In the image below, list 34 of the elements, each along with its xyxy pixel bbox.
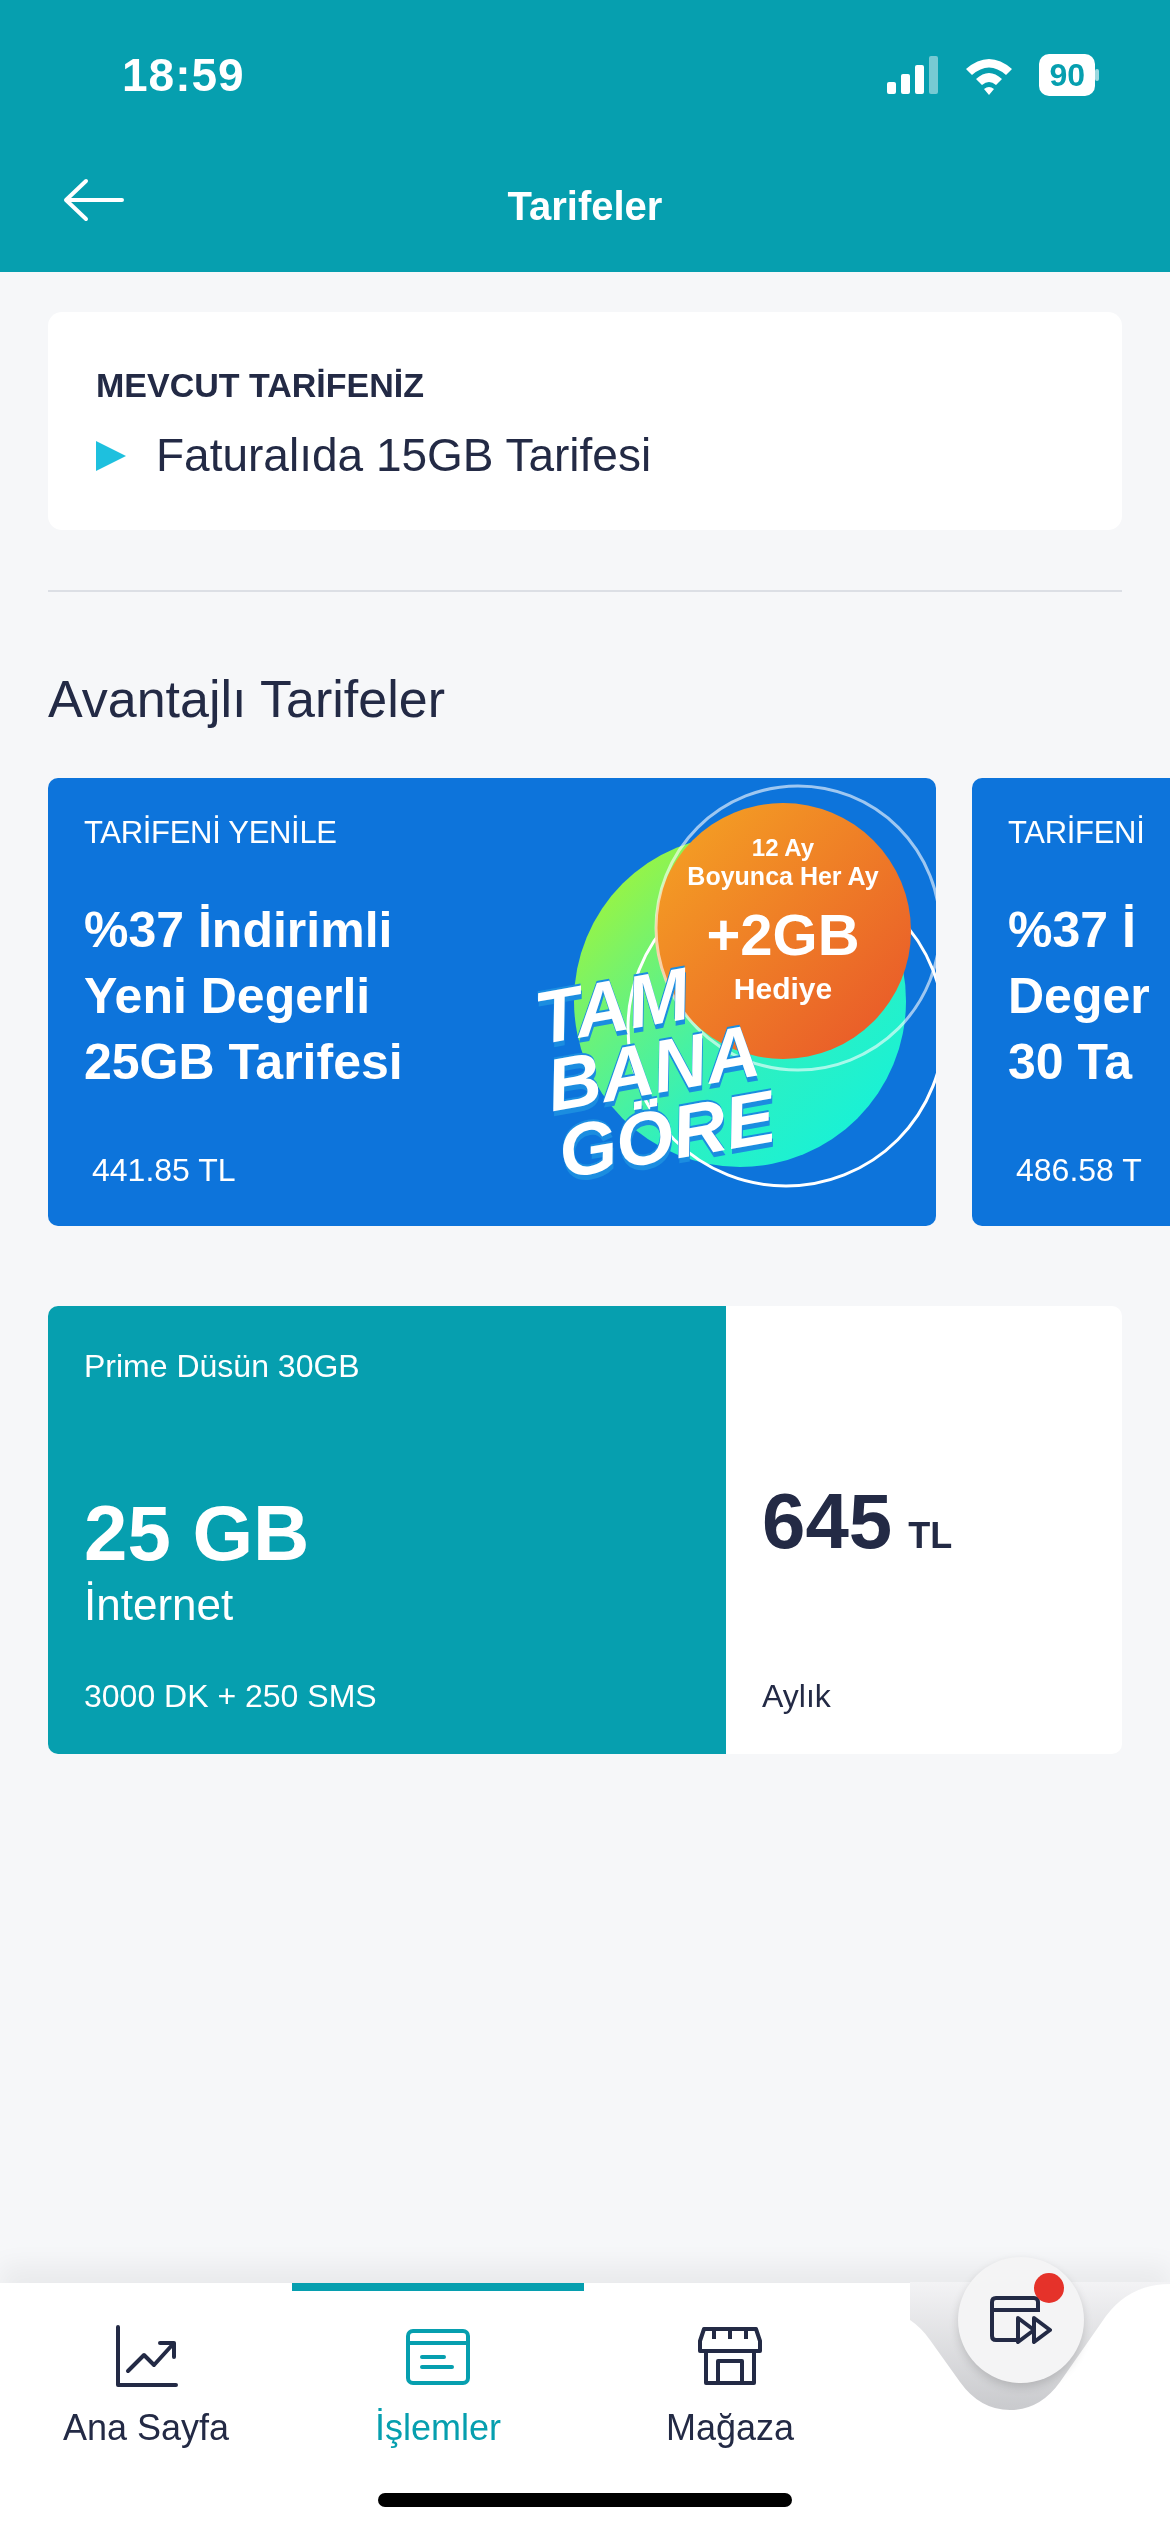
current-tariff-label: MEVCUT TARİFENİZ: [96, 365, 425, 406]
battery-level: 90: [1039, 54, 1095, 96]
promo-badge-text: Hediye: [732, 974, 834, 1004]
page-title: Tarifeler: [507, 183, 663, 230]
tab-bar-item[interactable]: Ana Sayfa: [0, 2283, 292, 2532]
offer-tag: TARİFENİ: [1008, 810, 1145, 857]
plan-extras: 3000 DK + 250 SMS: [84, 1677, 378, 1716]
plan-price: 645: [762, 1482, 893, 1560]
store-icon: [698, 2325, 762, 2387]
signal-icon: [887, 56, 940, 94]
plan-period: Aylık: [762, 1677, 832, 1716]
plan-currency: TL: [908, 1514, 953, 1558]
plan-data: 25 GB: [84, 1494, 311, 1572]
tab-bar-item[interactable]: Mağaza: [584, 2283, 876, 2532]
plan-card[interactable]: Prime Düsün 30GB 25 GB İnternet 3000 DK + 250 SMS 645 TL Aylık: [48, 1306, 1122, 1754]
current-tariff-name: Faturalıda 15GB Tarifesi: [156, 428, 652, 483]
offer-card[interactable]: TARİFENİ %37 İ Deger 30 Ta 486.58 T: [972, 778, 1170, 1226]
chart-icon: [114, 2325, 178, 2387]
plan-data-label: İnternet: [84, 1579, 235, 1631]
section-title: Avantajlı Tarifeler: [48, 669, 446, 730]
promo-badge-text: 12 Ay: [750, 836, 816, 860]
promo-badge-text: +2GB: [705, 906, 861, 964]
play-window-icon: [990, 2296, 1052, 2344]
offer-title: %37 İndirimli Yeni Degerli 25GB Tarifesi: [84, 900, 403, 1092]
promo-badge-text: Boyunca Her Ay: [686, 864, 880, 889]
offer-tag: TARİFENİ YENİLE: [84, 810, 337, 857]
battery-tip-icon: [1095, 69, 1100, 81]
status-time: 18:59: [122, 47, 245, 103]
plan-name: Prime Düsün 30GB: [84, 1347, 361, 1386]
play-triangle-icon: [96, 440, 126, 471]
offer-price: 486.58 T: [1015, 1151, 1143, 1190]
back-arrow-icon[interactable]: [62, 178, 124, 222]
offer-title: %37 İ Deger 30 Ta: [1008, 900, 1150, 1092]
offer-price: 441.85 TL: [91, 1151, 237, 1190]
